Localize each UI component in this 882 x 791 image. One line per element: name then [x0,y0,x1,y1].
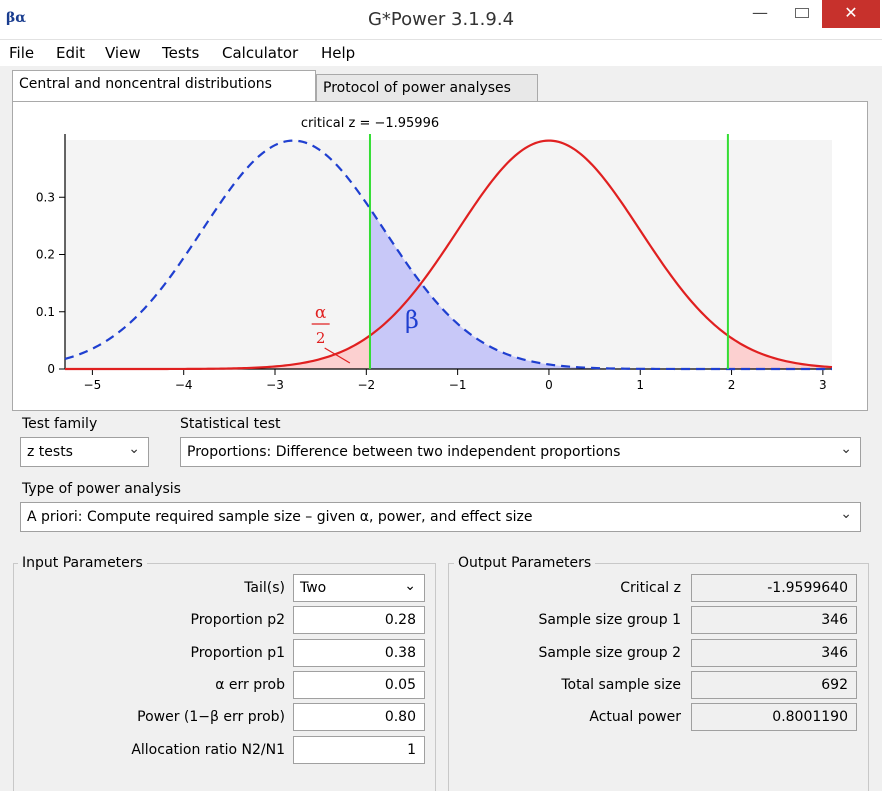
close-button[interactable]: ✕ [822,0,880,28]
total-sample-size-output: 692 [691,671,857,699]
distribution-plot: −5 −4 −3 −2 −1 0 1 2 3 0 0.1 0.2 0.3 critical z = −1.… [36,116,833,392]
output-parameters-legend: Output Parameters [454,555,596,571]
statistical-test-value: Proportions: Difference between two inde… [187,444,621,460]
menu-calculator[interactable]: Calculator [222,44,298,62]
x-tick-label: −5 [84,378,102,392]
power-analysis-select[interactable]: A priori: Compute required sample size –… [20,502,861,532]
sample-size-group2-output: 346 [691,639,857,667]
alpha-half-numerator: α [315,303,327,323]
x-tick-label: −2 [357,378,375,392]
chevron-down-icon: ⌄ [128,441,140,457]
menu-tests[interactable]: Tests [162,44,199,62]
maximize-button[interactable] [782,0,822,28]
proportion-p2-label: Proportion p2 [190,612,285,628]
menu-help[interactable]: Help [321,44,355,62]
allocation-ratio-input[interactable]: 1 [293,736,425,764]
critical-z-output: -1.9599640 [691,574,857,602]
proportion-p2-input[interactable]: 0.28 [293,606,425,634]
x-tick-label: 1 [636,378,644,392]
maximize-icon [795,8,809,18]
x-tick-label: 2 [728,378,736,392]
x-tick-label: −4 [175,378,193,392]
proportion-p1-label: Proportion p1 [190,645,285,661]
y-tick-label: 0 [47,362,55,376]
tab-distributions[interactable]: Central and noncentral distributions [12,70,316,102]
power-label: Power (1−β err prob) [137,709,285,725]
sample-size-group1-label: Sample size group 1 [538,612,681,628]
y-tick-label: 0.1 [36,305,55,319]
power-analysis-label: Type of power analysis [22,481,181,497]
power-analysis-value: A priori: Compute required sample size –… [27,509,533,525]
test-family-select[interactable]: z tests ⌄ [20,437,149,467]
statistical-test-label: Statistical test [180,416,281,432]
tails-label: Tail(s) [244,580,285,596]
alpha-half-denominator: 2 [316,329,326,347]
actual-power-output: 0.8001190 [691,703,857,731]
chevron-down-icon: ⌄ [840,506,852,522]
menu-file[interactable]: File [9,44,34,62]
chevron-down-icon: ⌄ [404,578,416,594]
alpha-err-input[interactable]: 0.05 [293,671,425,699]
x-tick-label: 3 [819,378,827,392]
critical-z-label: Critical z [620,580,681,596]
alpha-err-label: α err prob [215,677,285,693]
y-tick-label: 0.2 [36,248,55,262]
power-input[interactable]: 0.80 [293,703,425,731]
chevron-down-icon: ⌄ [840,441,852,457]
menu-view[interactable]: View [105,44,141,62]
beta-label: β [405,306,419,334]
menu-edit[interactable]: Edit [56,44,85,62]
tails-value: Two [300,580,327,596]
test-family-value: z tests [27,444,73,460]
actual-power-label: Actual power [589,709,681,725]
x-tick-label: −1 [449,378,467,392]
x-tick-label: −3 [266,378,284,392]
sample-size-group2-label: Sample size group 2 [538,645,681,661]
y-tick-label: 0.3 [36,190,55,204]
test-family-label: Test family [22,416,98,432]
total-sample-size-label: Total sample size [561,677,681,693]
title-bar: βα G*Power 3.1.9.4 — ✕ [0,0,882,40]
critical-z-title: critical z = −1.95996 [301,116,439,131]
tails-select[interactable]: Two ⌄ [293,574,425,602]
proportion-p1-input[interactable]: 0.38 [293,639,425,667]
tab-protocol[interactable]: Protocol of power analyses [316,74,538,102]
allocation-ratio-label: Allocation ratio N2/N1 [131,742,285,758]
menu-bar: File Edit View Tests Calculator Help [0,40,882,66]
sample-size-group1-output: 346 [691,606,857,634]
x-tick-label: 0 [545,378,553,392]
input-parameters-legend: Input Parameters [18,555,147,571]
statistical-test-select[interactable]: Proportions: Difference between two inde… [180,437,861,467]
minimize-button[interactable]: — [738,0,782,28]
distribution-plot-panel: −5 −4 −3 −2 −1 0 1 2 3 0 0.1 0.2 0.3 critical z = −1.… [12,101,868,411]
